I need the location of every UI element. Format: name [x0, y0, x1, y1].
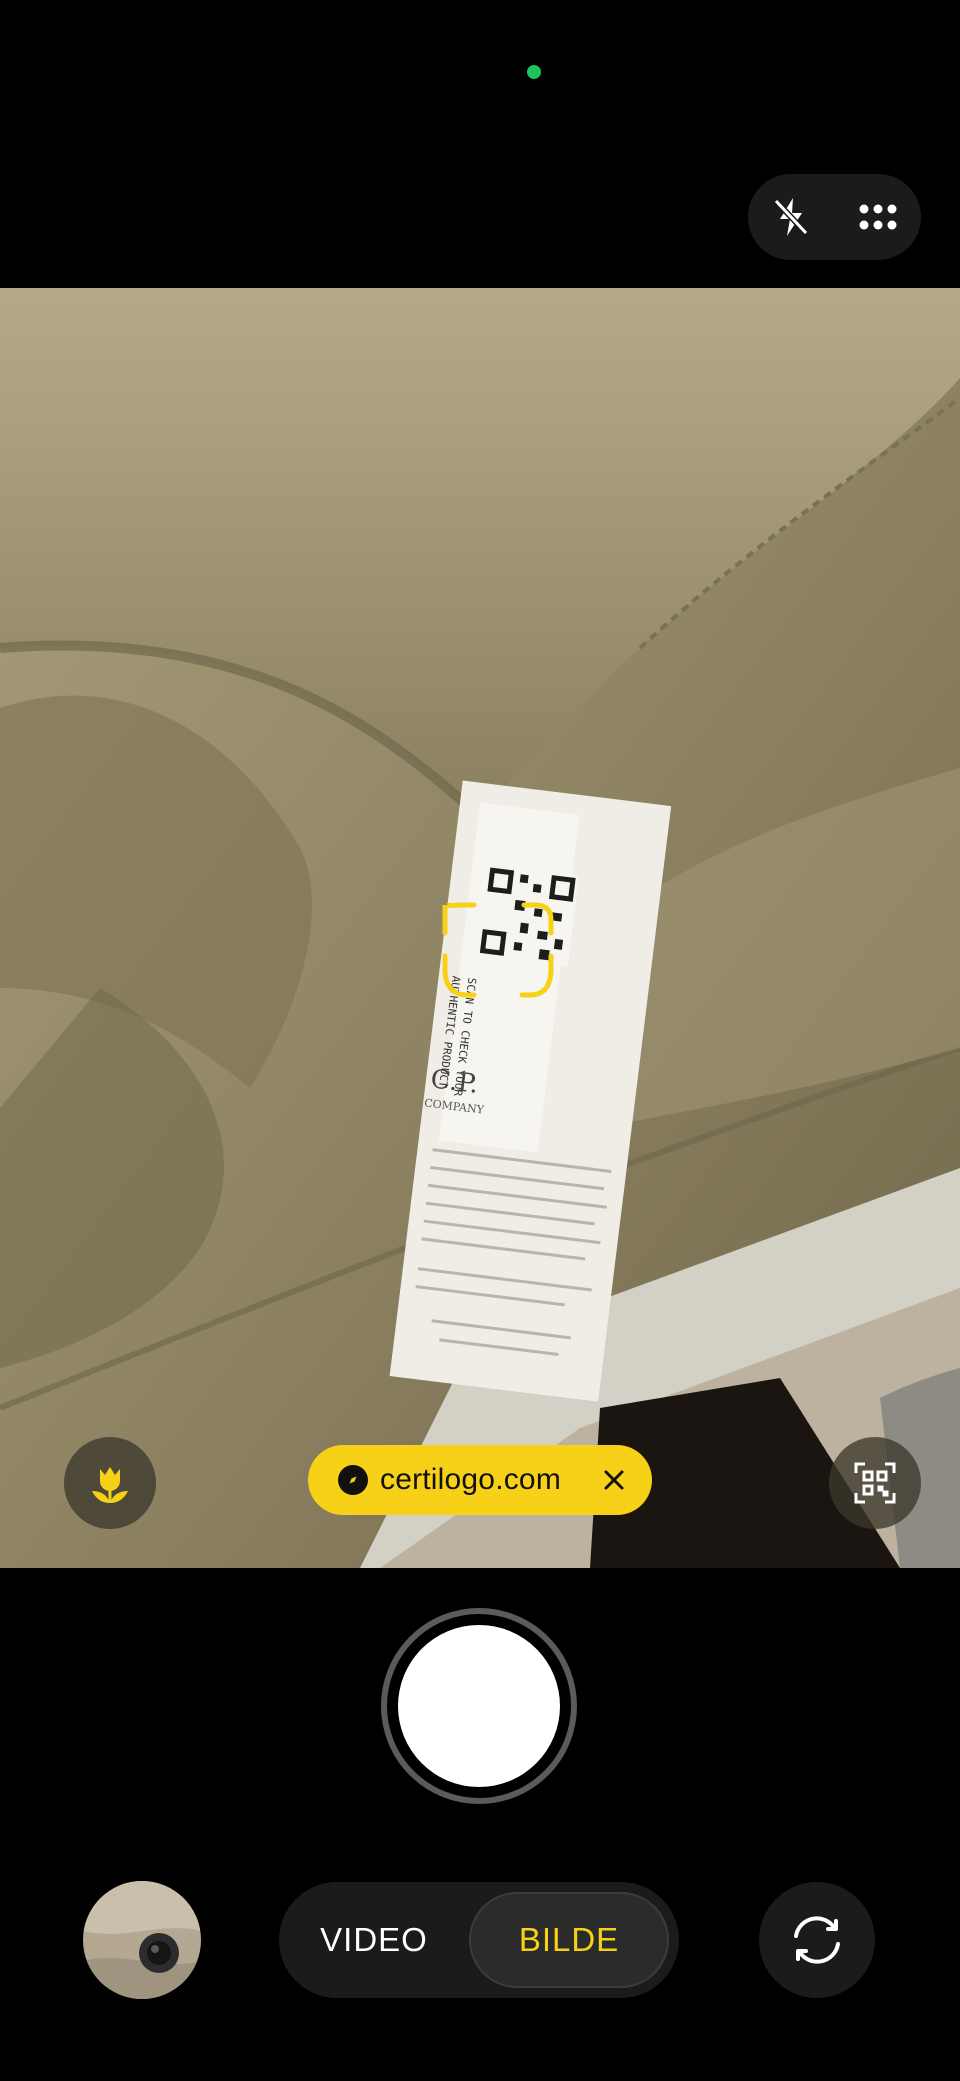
shutter-inner-circle	[398, 1625, 560, 1787]
camera-viewfinder[interactable]: SCAN TO CHECK YOUR AUTHENTIC PRODUCT C.P…	[0, 288, 960, 1568]
gallery-thumbnail-image	[83, 1881, 201, 1999]
settings-button[interactable]	[848, 187, 908, 247]
qr-scan-button[interactable]	[829, 1437, 921, 1529]
macro-mode-button[interactable]	[64, 1437, 156, 1529]
compass-icon	[338, 1465, 368, 1495]
qr-result-url[interactable]: certilogo.com	[380, 1463, 596, 1497]
switch-camera-button[interactable]	[759, 1882, 875, 1998]
flash-toggle-button[interactable]	[761, 187, 821, 247]
shutter-button[interactable]	[381, 1608, 577, 1804]
top-controls	[748, 174, 921, 260]
mode-photo-tab[interactable]: BILDE	[469, 1892, 669, 1988]
tulip-macro-icon	[92, 1467, 128, 1503]
camera-flip-icon	[794, 1916, 840, 1964]
grid-dots-icon	[859, 204, 897, 230]
flash-off-icon	[774, 198, 809, 236]
label-brand-text: C.P.	[429, 1064, 480, 1100]
viewfinder-scene: SCAN TO CHECK YOUR AUTHENTIC PRODUCT C.P…	[0, 288, 960, 1568]
privacy-indicator-dot	[527, 65, 541, 79]
qr-scan-icon	[854, 1462, 896, 1504]
mode-video-tab[interactable]: VIDEO	[299, 1892, 449, 1988]
close-icon[interactable]	[596, 1462, 632, 1498]
qr-result-chip[interactable]: certilogo.com	[308, 1445, 652, 1515]
mode-switcher: VIDEO BILDE	[279, 1882, 679, 1998]
gallery-thumbnail[interactable]	[83, 1881, 201, 1999]
